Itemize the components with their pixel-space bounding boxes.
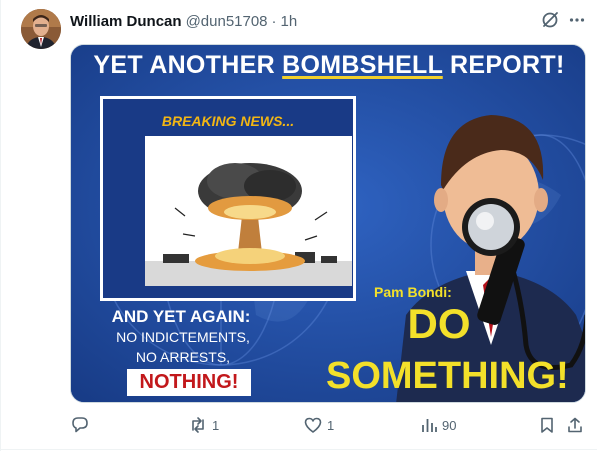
more-horizontal-icon[interactable] (567, 10, 587, 30)
tweet-image[interactable]: YET ANOTHER BOMBSHELL REPORT! BREAKING N… (70, 44, 586, 403)
like-count: 1 (327, 417, 335, 433)
repost-count: 1 (212, 417, 220, 433)
views-button[interactable]: 90 (420, 412, 456, 438)
bookmark-button[interactable] (538, 412, 556, 438)
views-icon (422, 419, 437, 432)
breaking-news-label: BREAKING NEWS... (161, 113, 295, 129)
something-text: SOMETHING! (326, 355, 569, 397)
like-button[interactable]: 1 (303, 412, 334, 438)
tweet-header: William Duncan @dun51708 · 1h (70, 11, 297, 31)
timestamp[interactable]: 1h (281, 13, 298, 30)
headline-prefix: YET ANOTHER (93, 51, 283, 79)
no-arrests-text: NO ARRESTS, (135, 349, 231, 365)
tweet[interactable]: William Duncan @dun51708 · 1h YET ANOTHE… (0, 0, 597, 451)
news-frame: BREAKING NEWS... (100, 96, 356, 301)
do-text: DO (407, 300, 471, 347)
headline-underlined: BOMBSHELL (282, 51, 443, 79)
tweet-divider (0, 449, 597, 450)
author-handle[interactable]: @dun51708 (186, 13, 268, 30)
repost-icon (192, 417, 204, 433)
repost-button[interactable]: 1 (188, 412, 219, 438)
no-indictements-text: NO INDICTEMENTS, (116, 329, 250, 345)
nothing-label: NOTHING! (127, 369, 251, 396)
author-name[interactable]: William Duncan (70, 13, 182, 30)
headline-suffix: REPORT! (442, 51, 565, 79)
bookmark-icon (541, 417, 553, 433)
views-count: 90 (442, 417, 457, 433)
timeline-border (0, 0, 1, 451)
image-headline: YET ANOTHER BOMBSHELL REPORT! (71, 51, 585, 80)
avatar[interactable] (21, 9, 61, 49)
share-button[interactable] (566, 412, 584, 438)
share-icon (568, 417, 582, 433)
mushroom-cloud-image (145, 136, 352, 286)
pam-bondi-label: Pam Bondi: (374, 284, 452, 300)
reply-icon (72, 417, 88, 433)
reply-button[interactable] (70, 412, 94, 438)
grok-icon[interactable] (540, 10, 560, 30)
separator-dot: · (271, 12, 277, 30)
heart-icon (304, 417, 322, 433)
and-yet-again-text: AND YET AGAIN: (111, 307, 251, 326)
action-bar: 1 1 90 (70, 412, 586, 438)
